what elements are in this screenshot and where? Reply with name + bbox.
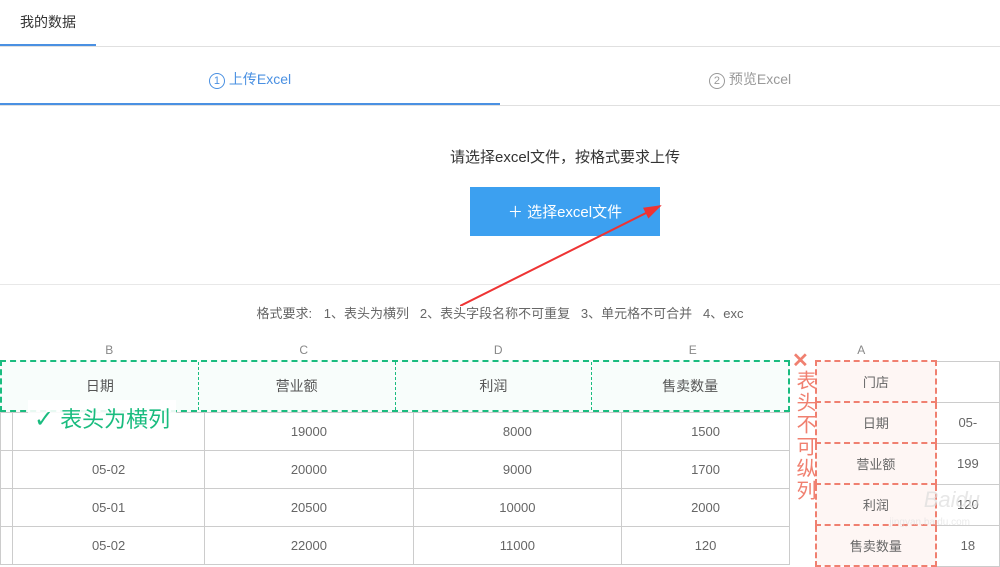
format-requirements: 格式要求: 1、表头为横列 2、表头字段名称不可重复 3、单元格不可合并 4、e… <box>0 303 1000 340</box>
cell: 2000 <box>622 489 790 527</box>
cell: 20000 <box>205 451 413 489</box>
cell: 18 <box>936 525 1000 566</box>
col-letter: A <box>815 340 908 360</box>
good-example-table: B C D E 日期 营业额 利润 售卖数量 1900080001500 05-… <box>0 340 790 567</box>
format-rule: 1、表头为横列 <box>324 306 409 321</box>
table-row: 门店 <box>816 361 1000 402</box>
table-row: 营业额199 <box>816 443 1000 484</box>
bad-example-table: ✕ 表头不可纵列 A 门店 日期05- 营业额199 利润120 售卖数量18 <box>790 340 1000 567</box>
table-row: 05-022200011000120 <box>1 527 790 565</box>
example-tables: B C D E 日期 营业额 利润 售卖数量 1900080001500 05-… <box>0 340 1000 567</box>
cell: 8000 <box>413 413 621 451</box>
cell: 120 <box>936 484 1000 525</box>
cell: 9000 <box>413 451 621 489</box>
cell <box>936 361 1000 402</box>
bad-data-rows: 门店 日期05- 营业额199 利润120 售卖数量18 <box>815 360 1000 567</box>
tab-mydata[interactable]: 我的数据 <box>0 0 96 46</box>
cell: 05-02 <box>13 527 205 565</box>
upload-area: 请选择excel文件，按格式要求上传 ＋ 选择excel文件 <box>0 106 1000 266</box>
good-example-label: ✓表头为横列 <box>28 400 176 436</box>
table-row: 05-0120500100002000 <box>1 489 790 527</box>
step2-number-icon: 2 <box>709 73 725 89</box>
format-rule: 2、表头字段名称不可重复 <box>420 306 570 321</box>
step-upload[interactable]: 1上传Excel <box>0 55 500 105</box>
header-cell: 营业额 <box>816 443 936 484</box>
arrow-annotation-icon <box>460 186 680 306</box>
header-tabs: 我的数据 <box>0 0 1000 47</box>
col-letter: C <box>207 340 402 360</box>
cell: 05- <box>936 402 1000 443</box>
cell: 1500 <box>622 413 790 451</box>
table-row: 05-022000090001700 <box>1 451 790 489</box>
format-rule: 3、单元格不可合并 <box>581 306 692 321</box>
cell: 11000 <box>413 527 621 565</box>
table-row: 日期05- <box>816 402 1000 443</box>
header-cell: 售卖数量 <box>592 362 788 410</box>
cell: 20500 <box>205 489 413 527</box>
step1-label: 上传Excel <box>229 71 291 87</box>
good-label-text: 表头为横列 <box>60 407 170 432</box>
cell: 05-01 <box>13 489 205 527</box>
cell: 19000 <box>205 413 413 451</box>
check-icon: ✓ <box>34 406 54 433</box>
step-preview[interactable]: 2预览Excel <box>500 55 1000 105</box>
header-cell: 售卖数量 <box>816 525 936 566</box>
bad-example-label: 表头不可纵列 <box>790 370 819 502</box>
format-label: 格式要求: <box>257 306 313 321</box>
step-tabs: 1上传Excel 2预览Excel <box>0 55 1000 106</box>
header-cell: 门店 <box>816 361 936 402</box>
cell: 199 <box>936 443 1000 484</box>
format-rule: 4、exc <box>703 306 743 321</box>
header-cell: 利润 <box>396 362 593 410</box>
header-cell: 利润 <box>816 484 936 525</box>
cell: 10000 <box>413 489 621 527</box>
col-letter: B <box>12 340 207 360</box>
table-row: 售卖数量18 <box>816 525 1000 566</box>
col-letter: E <box>596 340 791 360</box>
step2-label: 预览Excel <box>729 71 791 87</box>
cell: 120 <box>622 527 790 565</box>
cell: 05-02 <box>13 451 205 489</box>
column-letters: A <box>815 340 1000 360</box>
cell: 22000 <box>205 527 413 565</box>
table-row: 利润120 <box>816 484 1000 525</box>
col-letter: D <box>401 340 596 360</box>
step1-number-icon: 1 <box>209 73 225 89</box>
cell: 1700 <box>622 451 790 489</box>
header-cell: 日期 <box>816 402 936 443</box>
col-letter <box>908 340 1000 360</box>
upload-instruction: 请选择excel文件，按格式要求上传 <box>130 146 1000 167</box>
header-cell: 营业额 <box>199 362 396 410</box>
column-letters: B C D E <box>0 340 790 360</box>
